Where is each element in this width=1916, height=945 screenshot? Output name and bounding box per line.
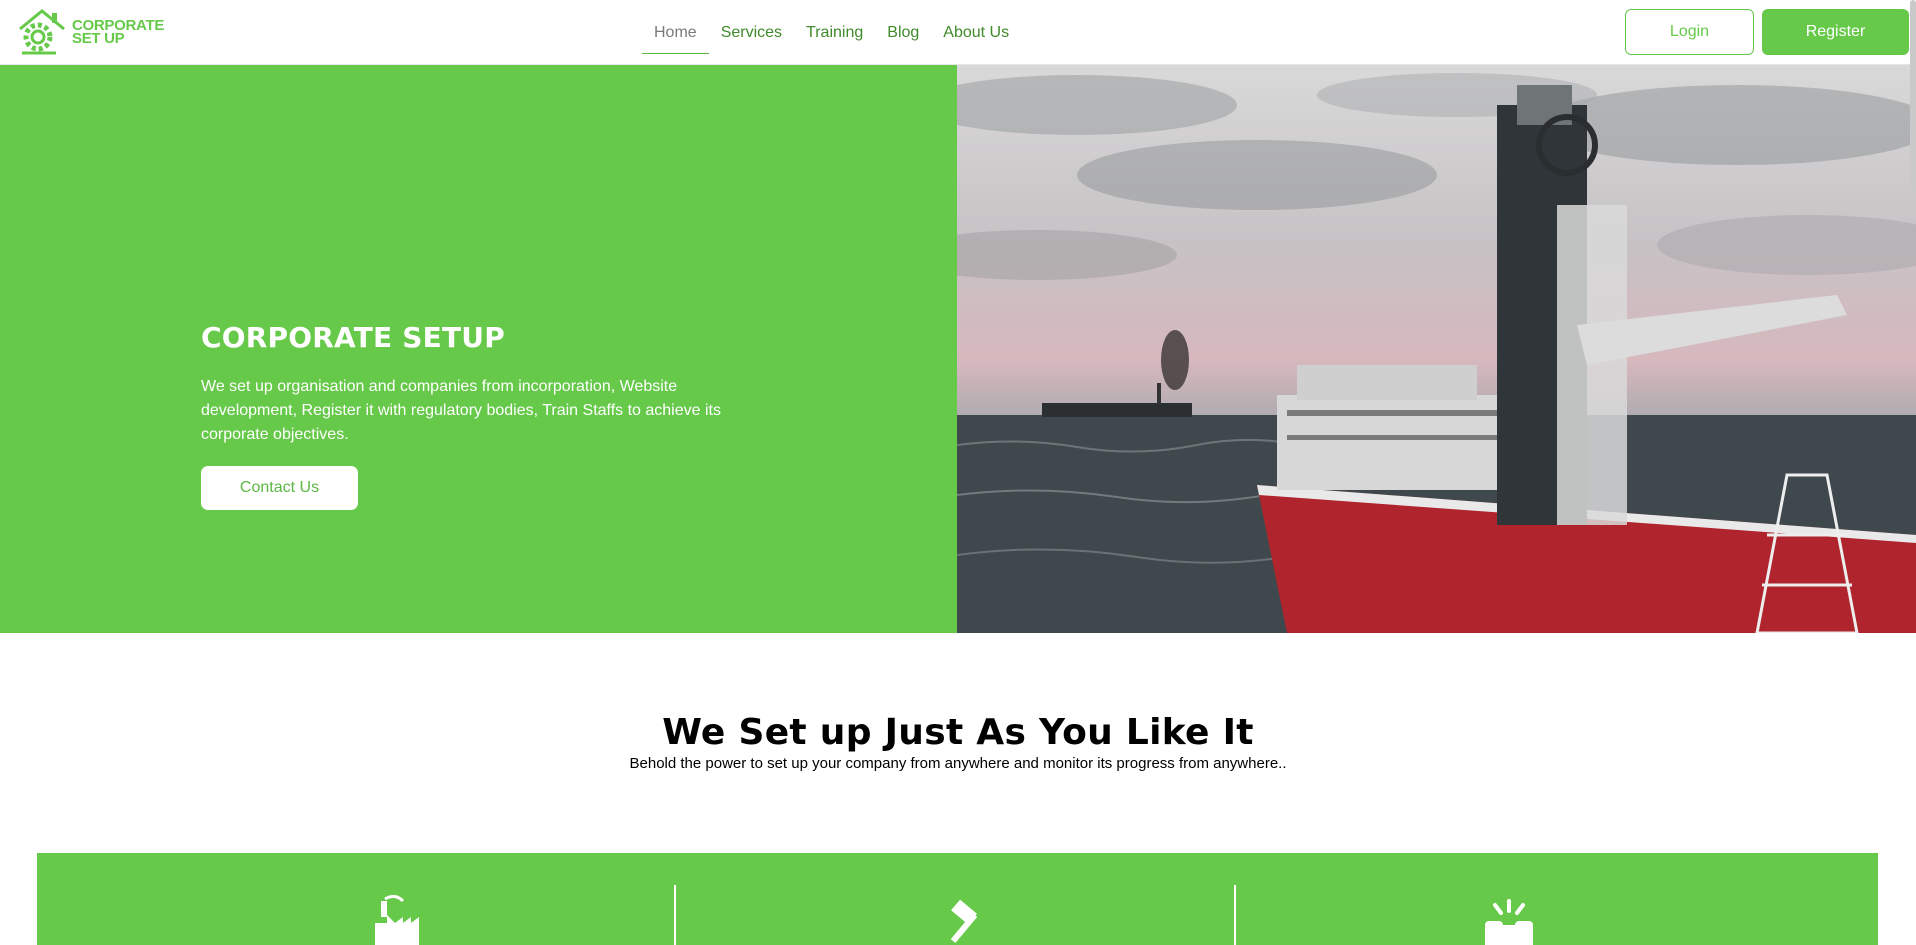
gear-house-icon: [19, 9, 65, 55]
site-header: CORPORATE SET UP Home Services Training …: [0, 0, 1916, 65]
nav-blog[interactable]: Blog: [875, 0, 931, 65]
brand-name: CORPORATE SET UP: [72, 18, 164, 46]
intro-title: We Set up Just As You Like It: [662, 712, 1254, 753]
hero-image-offshore-vessel: [957, 65, 1916, 633]
nav-home[interactable]: Home: [642, 0, 709, 65]
intro-subtitle: Behold the power to set up your company …: [629, 755, 1287, 772]
contact-us-button[interactable]: Contact Us: [201, 466, 358, 510]
feature-divider: [1234, 885, 1236, 945]
feature-divider: [674, 885, 676, 945]
hero-panel: CORPORATE SETUP We set up organisation a…: [0, 65, 957, 633]
nav-services[interactable]: Services: [709, 0, 794, 65]
main-nav: Home Services Training Blog About Us: [642, 0, 1021, 65]
register-button[interactable]: Register: [1762, 9, 1909, 55]
page-scrollbar[interactable]: [1910, 0, 1916, 190]
nav-training[interactable]: Training: [794, 0, 875, 65]
hero-title: CORPORATE SETUP: [201, 321, 505, 354]
features-band: [37, 853, 1878, 945]
fist-bump-icon: [1485, 899, 1533, 945]
hero-description: We set up organisation and companies fro…: [201, 378, 721, 443]
gavel-icon: [950, 899, 978, 943]
factory-icon: [375, 895, 419, 945]
brand-logo[interactable]: CORPORATE SET UP: [16, 6, 176, 58]
nav-about-us[interactable]: About Us: [931, 0, 1021, 65]
login-button[interactable]: Login: [1625, 9, 1754, 55]
